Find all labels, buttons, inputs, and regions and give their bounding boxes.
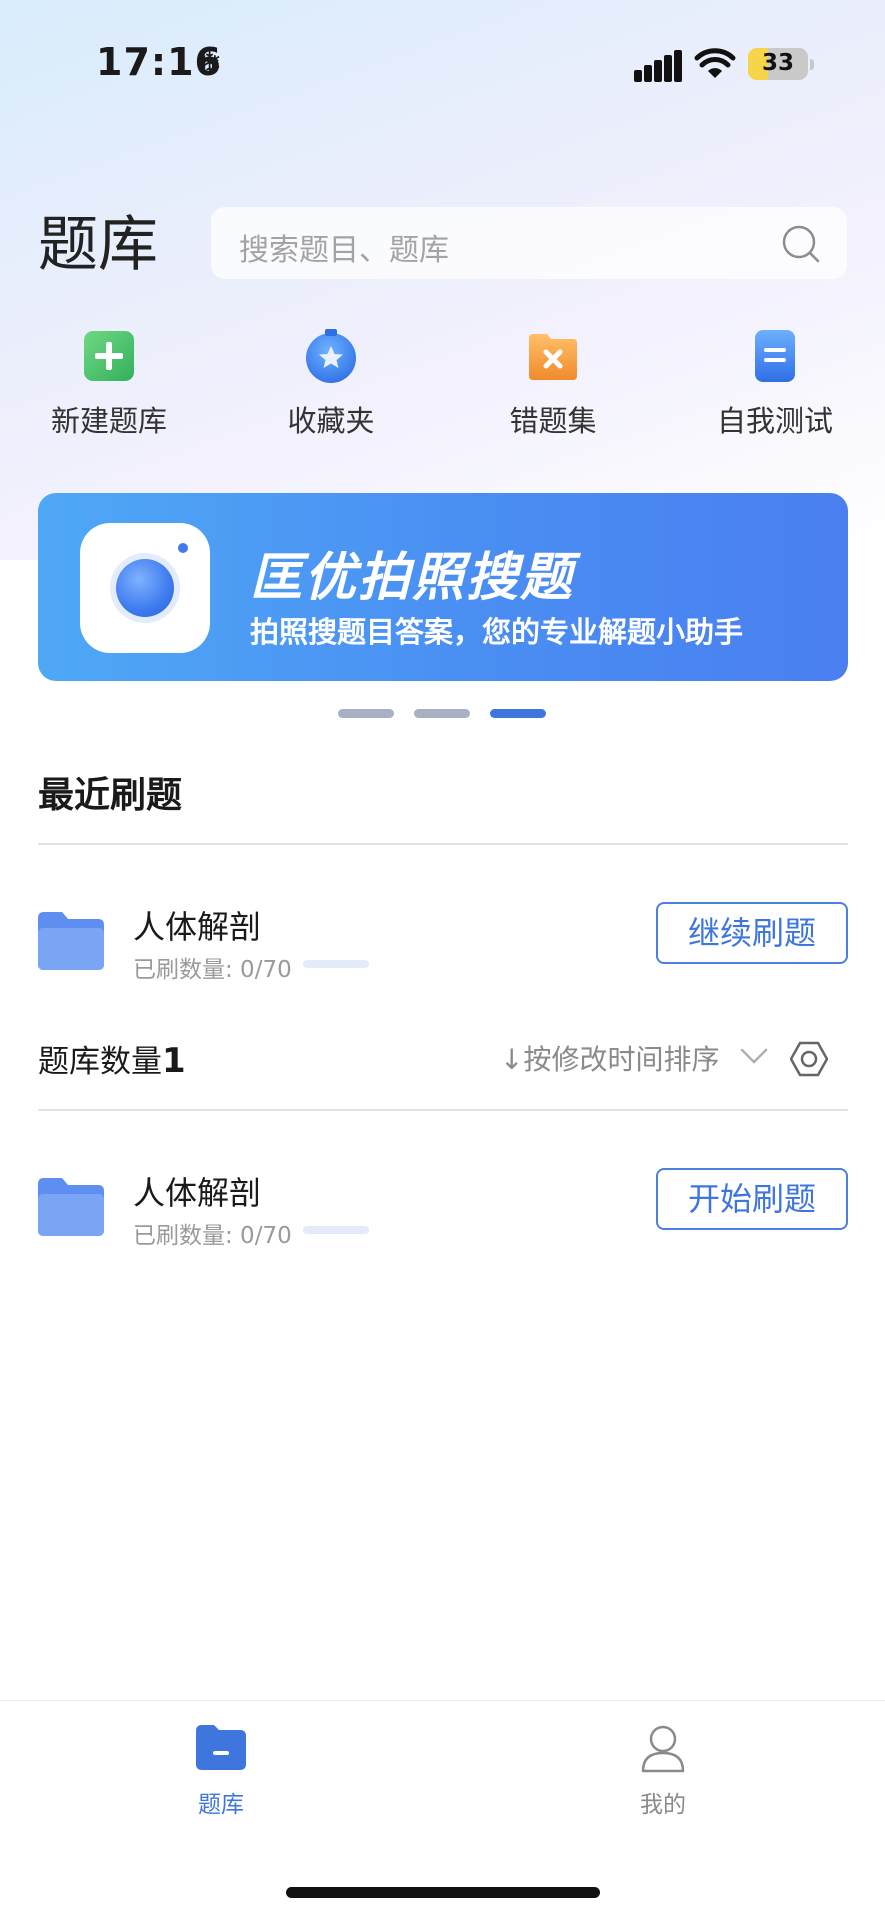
bank-progress-text: 已刷数量: 0/70 <box>133 1223 292 1249</box>
search-icon[interactable] <box>781 224 821 264</box>
bank-name: 人体解剖 <box>133 1174 262 1212</box>
shortcut-label: 错题集 <box>509 404 597 438</box>
shortcut-self-test[interactable]: 自我测试 <box>675 320 875 440</box>
shortcut-new-bank[interactable]: 新建题库 <box>9 320 209 440</box>
battery-icon: 33 <box>748 48 808 80</box>
battery-level: 33 <box>761 50 794 76</box>
home-indicator[interactable] <box>286 1887 600 1898</box>
snowflake-icon: ❄ <box>197 46 223 81</box>
battery-tip <box>810 59 814 70</box>
recent-bank-row[interactable]: 人体解剖 已刷数量: 0/70 继续刷题 <box>38 902 848 1022</box>
shortcut-wrong-questions[interactable]: 错题集 <box>453 320 653 440</box>
shortcut-label: 收藏夹 <box>287 404 375 438</box>
wifi-icon <box>694 48 736 78</box>
user-icon <box>641 1725 685 1773</box>
tab-label: 我的 <box>640 1792 686 1818</box>
promo-banner[interactable]: 匡优拍照搜题 拍照搜题目答案，您的专业解题小助手 <box>38 493 848 681</box>
divider <box>38 1109 848 1111</box>
bank-row[interactable]: 人体解剖 已刷数量: 0/70 开始刷题 <box>38 1168 848 1288</box>
bank-count-label: 题库数量 <box>38 1044 162 1080</box>
carousel-indicator <box>338 709 548 719</box>
tab-question-bank[interactable]: 题库 <box>121 1721 321 1831</box>
favorites-star-icon <box>306 329 356 383</box>
search-placeholder: 搜索题目、题库 <box>239 233 449 268</box>
bank-progress-text: 已刷数量: 0/70 <box>133 957 292 983</box>
settings-hexagon-icon[interactable] <box>790 1040 828 1078</box>
divider <box>38 843 848 845</box>
header-background <box>0 0 885 560</box>
banner-title: 匡优拍照搜题 <box>250 548 575 608</box>
camera-lens <box>116 559 174 617</box>
bank-name: 人体解剖 <box>133 908 262 946</box>
cellular-signal-icon <box>634 50 682 82</box>
bank-progress-bar <box>303 1226 369 1234</box>
folder-icon <box>196 1725 246 1770</box>
shortcut-favorites[interactable]: 收藏夹 <box>231 320 431 440</box>
banner-subtitle: 拍照搜题目答案，您的专业解题小助手 <box>250 615 744 649</box>
carousel-dot[interactable] <box>414 709 470 718</box>
recent-section-title: 最近刷题 <box>38 775 183 816</box>
bank-progress-bar <box>303 960 369 968</box>
shortcut-label: 自我测试 <box>716 404 833 438</box>
bank-count-value: 1 <box>162 1041 186 1081</box>
carousel-dot-active[interactable] <box>490 709 546 718</box>
add-bank-icon <box>84 331 134 381</box>
camera-flash-dot <box>178 543 188 553</box>
tab-mine[interactable]: 我的 <box>563 1721 763 1831</box>
self-test-icon <box>755 330 795 382</box>
start-practice-button[interactable]: 开始刷题 <box>656 1168 848 1230</box>
chevron-down-icon[interactable] <box>740 1044 768 1068</box>
camera-app-icon <box>80 523 210 653</box>
carousel-dot[interactable] <box>338 709 394 718</box>
folder-icon <box>38 912 104 970</box>
wrong-questions-icon <box>529 334 577 380</box>
search-input[interactable]: 搜索题目、题库 <box>211 207 847 279</box>
bank-count-title: 题库数量1 <box>38 1036 186 1081</box>
tab-label: 题库 <box>198 1792 244 1818</box>
page-title: 题库 <box>38 210 158 280</box>
shortcut-label: 新建题库 <box>50 404 167 438</box>
sort-selector[interactable]: ↓按修改时间排序 <box>500 1038 719 1078</box>
folder-icon <box>38 1178 104 1236</box>
continue-practice-button[interactable]: 继续刷题 <box>656 902 848 964</box>
